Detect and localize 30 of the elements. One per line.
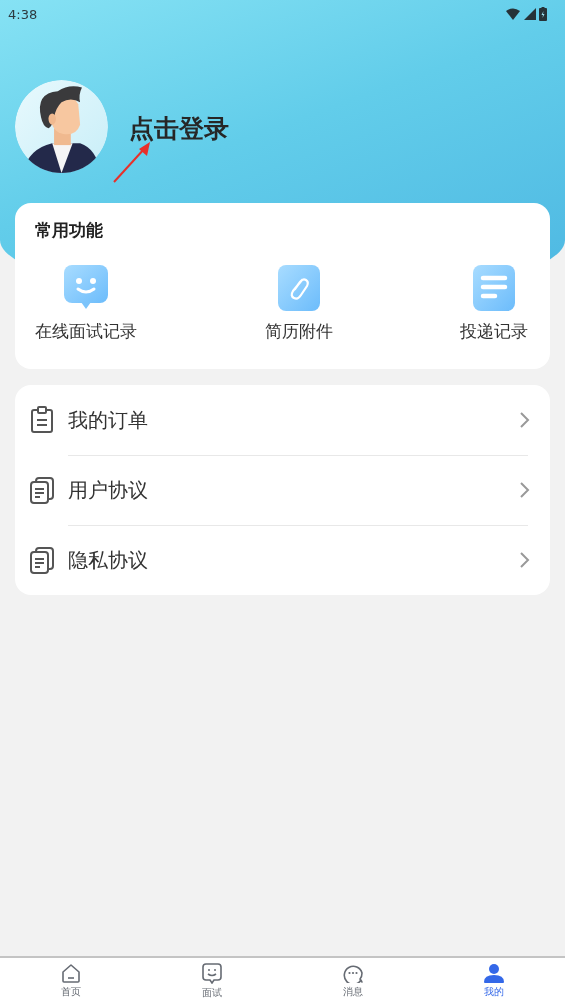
home-icon <box>60 963 81 983</box>
chat-bubble-icon <box>343 963 364 983</box>
feature-button[interactable]: 简历附件 <box>264 264 333 343</box>
documents-icon <box>29 546 55 574</box>
tab[interactable]: 首页 <box>0 958 142 1004</box>
login-link[interactable]: 点击登录 <box>129 112 229 145</box>
documents-icon <box>29 476 55 504</box>
menu-item[interactable]: 我的订单 <box>15 385 550 455</box>
signal-icon <box>524 8 536 20</box>
status-time: 4:38 <box>8 6 38 22</box>
smile-chat-icon <box>201 962 222 984</box>
battery-icon <box>539 7 547 21</box>
chevron-icon <box>519 551 530 569</box>
feature-button[interactable]: 投递记录 <box>460 264 528 343</box>
chevron-icon <box>519 411 530 429</box>
section-title: 常用功能 <box>35 219 104 242</box>
person-icon <box>484 963 505 983</box>
menu-item[interactable]: 用户协议 <box>15 455 550 525</box>
wifi-icon <box>505 8 521 20</box>
pointer-arrow <box>111 140 153 184</box>
tab[interactable]: 消息 <box>282 958 424 1004</box>
clipboard-icon <box>29 406 55 434</box>
avatar-icon[interactable] <box>15 80 108 173</box>
menu-item[interactable]: 隐私协议 <box>15 525 550 595</box>
paperclip-icon <box>277 264 320 312</box>
tab[interactable]: 我的 <box>423 958 565 1004</box>
feature-button[interactable]: 在线面试记录 <box>35 264 137 343</box>
list-icon <box>473 264 515 312</box>
tab[interactable]: 面试 <box>141 958 283 1004</box>
chevron-icon <box>519 481 530 499</box>
